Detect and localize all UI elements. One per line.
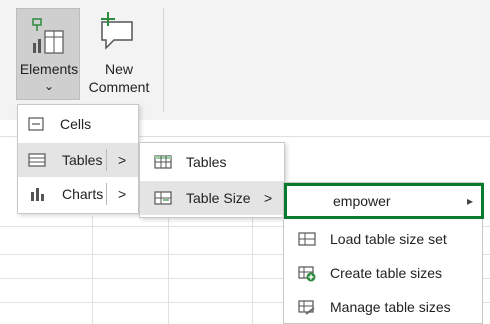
menu-item-label: Tables [62, 152, 103, 168]
ribbon-separator [163, 8, 164, 112]
menu-item-empower[interactable]: empower ▸ [284, 183, 484, 219]
elements-button[interactable]: Elements ⌄ [16, 8, 80, 100]
menu-item-label: Create table sizes [330, 265, 443, 281]
menu-item-table-size[interactable]: Table Size > [140, 181, 284, 215]
table-size-icon [154, 191, 172, 205]
cells-icon [28, 117, 44, 131]
table-icon [154, 155, 172, 169]
menu-item-manage-table-sizes[interactable]: Manage table sizes [284, 291, 482, 323]
new-comment-label: New Comment [88, 61, 150, 95]
table-size-submenu: empower ▸ Load table size set Create tab… [283, 182, 484, 324]
tables-submenu: Tables Table Size > [139, 142, 285, 218]
grid-line [168, 216, 169, 324]
submenu-arrow-icon: ▸ [467, 194, 474, 208]
elements-label: Elements [19, 61, 79, 77]
submenu-arrow-icon: > [118, 152, 127, 168]
menu-item-label: Load table size set [330, 231, 447, 247]
menu-item-create-table-sizes[interactable]: Create table sizes [284, 257, 482, 289]
menu-item-label: Cells [60, 116, 92, 132]
new-comment-icon [101, 12, 133, 50]
table-icon [28, 153, 46, 167]
menu-item-charts[interactable]: Charts > [18, 177, 138, 211]
menu-item-label: Manage table sizes [330, 299, 451, 315]
menu-item-load-table-size-set[interactable]: Load table size set [284, 223, 482, 255]
load-table-icon [298, 232, 316, 246]
grid-line [252, 216, 253, 324]
elements-menu: Cells Tables > Charts > [17, 104, 139, 214]
ribbon: Elements ⌄ New Comment [0, 0, 490, 120]
menu-item-tables[interactable]: Tables [140, 145, 284, 179]
menu-item-label: Table Size [186, 190, 251, 206]
create-table-icon [298, 266, 316, 282]
manage-table-icon [298, 300, 315, 315]
menu-item-divider [106, 149, 107, 171]
menu-item-label: empower [333, 193, 391, 209]
menu-item-tables[interactable]: Tables > [18, 143, 138, 177]
menu-item-label: Charts [62, 186, 104, 202]
elements-icon [32, 18, 64, 54]
submenu-arrow-icon: > [264, 190, 273, 206]
menu-item-divider [106, 183, 107, 205]
menu-item-cells[interactable]: Cells [18, 107, 138, 141]
grid-line [92, 216, 93, 324]
bar-chart-icon [31, 188, 44, 201]
chevron-down-icon: ⌄ [43, 79, 55, 93]
submenu-arrow-icon: > [118, 186, 127, 202]
menu-item-label: Tables [186, 154, 227, 170]
